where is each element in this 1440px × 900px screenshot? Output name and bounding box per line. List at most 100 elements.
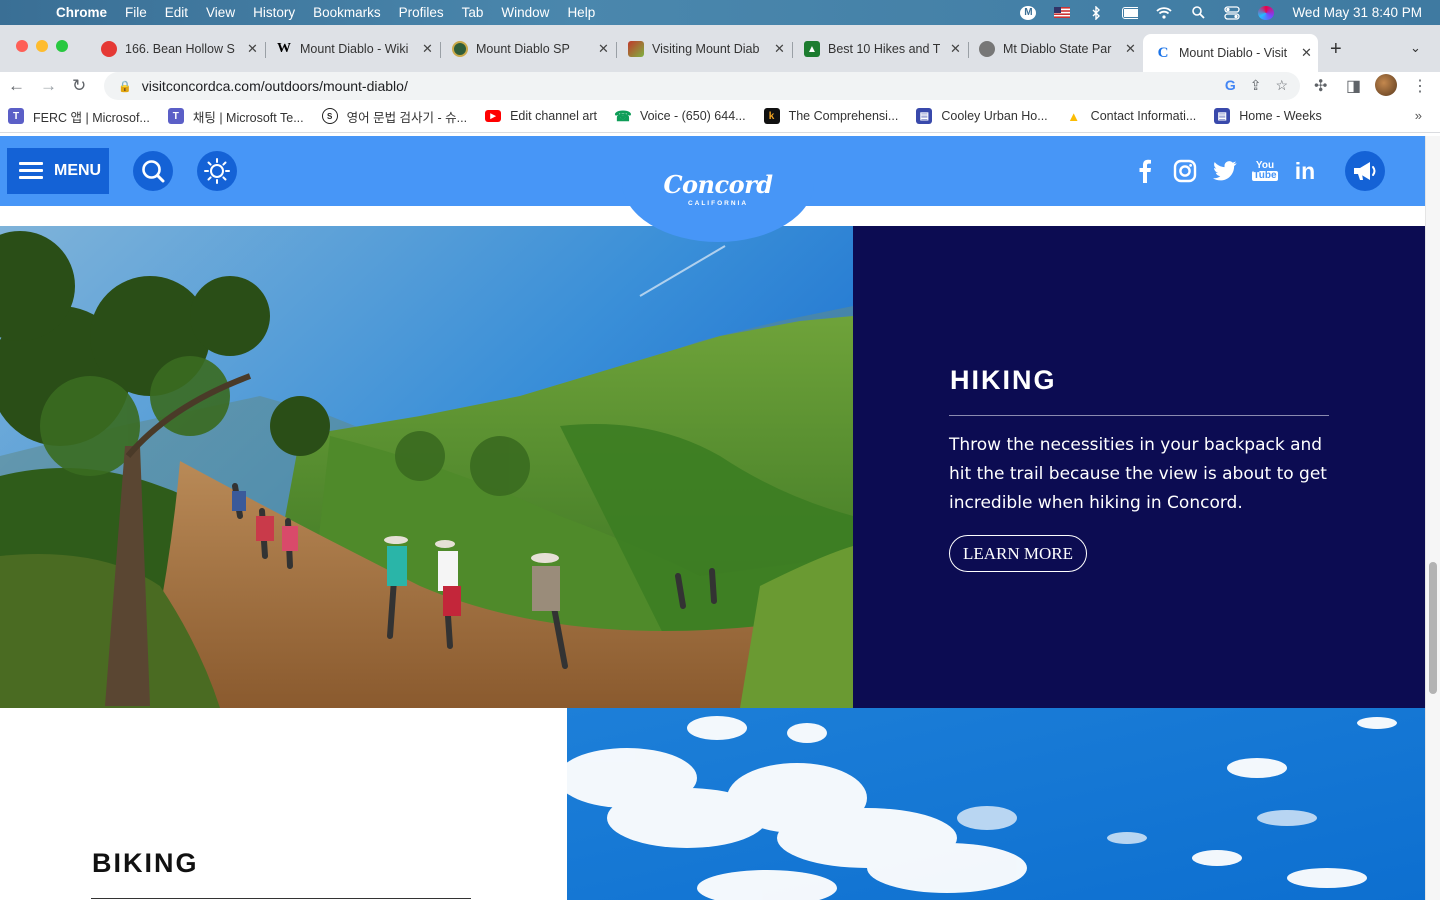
- control-center-icon[interactable]: [1224, 5, 1241, 20]
- menu-view[interactable]: View: [206, 5, 235, 20]
- biking-heading: BIKING: [92, 848, 199, 878]
- bookmark-home-weeks[interactable]: ▤ Home - Weeks: [1214, 108, 1322, 124]
- browser-toolbar: ← → ↻ 🔒 visitconcordca.com/outdoors/moun…: [0, 72, 1440, 100]
- close-tab-icon[interactable]: ✕: [774, 41, 785, 57]
- zoom-window-button[interactable]: [56, 40, 68, 52]
- forward-arrow-icon[interactable]: →: [40, 76, 57, 96]
- tab-title: Mt Diablo State Par: [1003, 42, 1112, 56]
- close-tab-icon[interactable]: ✕: [1125, 41, 1136, 57]
- tab-visiting-mount-diablo[interactable]: Visiting Mount Diab ✕: [628, 34, 785, 64]
- tab-divider: [265, 42, 266, 58]
- linkedin-icon[interactable]: in: [1292, 158, 1318, 184]
- menu-button[interactable]: MENU: [7, 148, 109, 194]
- biking-photo: [567, 708, 1425, 900]
- back-arrow-icon[interactable]: ←: [8, 76, 25, 96]
- tab-title: Mount Diablo - Visit: [1179, 46, 1288, 60]
- bluetooth-icon[interactable]: [1088, 5, 1104, 20]
- tab-title: Best 10 Hikes and T: [828, 42, 940, 56]
- teams-icon: T: [167, 108, 184, 124]
- tab-title: 166. Bean Hollow S: [125, 42, 235, 56]
- tab-mt-diablo-state-park[interactable]: Mt Diablo State Par ✕: [979, 34, 1136, 64]
- bookmark-edit-channel-art[interactable]: ▶ Edit channel art: [485, 109, 597, 123]
- grammar-icon: S: [321, 108, 338, 124]
- reload-icon[interactable]: ↻: [72, 76, 86, 96]
- browser-tab-strip: 166. Bean Hollow S ✕ W Mount Diablo - Wi…: [0, 25, 1440, 72]
- parks-favicon-icon: [452, 41, 468, 57]
- menu-window[interactable]: Window: [501, 5, 549, 20]
- tab-divider: [968, 42, 969, 58]
- site-favicon-icon: [628, 41, 644, 57]
- spotlight-search-icon[interactable]: [1190, 6, 1206, 20]
- bookmark-grammar-checker[interactable]: S 영어 문법 검사기 - 슈...: [321, 107, 467, 126]
- menu-history[interactable]: History: [253, 5, 295, 20]
- logo-subtitle: CALIFORNIA: [687, 200, 749, 207]
- site-template-icon: ▤: [916, 108, 933, 124]
- hamburger-icon: [19, 162, 43, 180]
- scrollbar-thumb[interactable]: [1429, 562, 1437, 694]
- url-text[interactable]: visitconcordca.com/outdoors/mount-diablo…: [142, 78, 408, 94]
- twitter-icon[interactable]: [1212, 158, 1238, 184]
- bookmark-cooley-urban[interactable]: ▤ Cooley Urban Ho...: [916, 108, 1048, 124]
- minimize-window-button[interactable]: [36, 40, 48, 52]
- menu-label: MENU: [54, 162, 102, 179]
- learn-more-button[interactable]: LEARN MORE: [949, 535, 1088, 572]
- menu-profiles[interactable]: Profiles: [399, 5, 444, 20]
- side-panel-icon[interactable]: ◨: [1346, 76, 1361, 96]
- menu-app-name[interactable]: Chrome: [56, 5, 107, 20]
- menu-tab[interactable]: Tab: [462, 5, 484, 20]
- youtube-icon[interactable]: You Tube: [1252, 158, 1278, 184]
- wifi-icon[interactable]: [1156, 6, 1173, 20]
- new-tab-plus-icon[interactable]: +: [1330, 38, 1342, 61]
- share-icon[interactable]: ⇪: [1250, 77, 1262, 94]
- close-window-button[interactable]: [16, 40, 28, 52]
- facebook-icon[interactable]: [1132, 158, 1158, 184]
- search-button[interactable]: [133, 151, 173, 191]
- menu-help[interactable]: Help: [567, 5, 595, 20]
- bookmark-google-voice[interactable]: ☎ Voice - (650) 644...: [614, 108, 745, 124]
- biking-divider: [91, 898, 471, 899]
- menu-edit[interactable]: Edit: [165, 5, 188, 20]
- bookmark-star-icon[interactable]: ☆: [1275, 77, 1288, 94]
- malwarebytes-icon[interactable]: M: [1020, 5, 1037, 20]
- siri-icon[interactable]: [1258, 5, 1275, 20]
- menu-bar-clock[interactable]: Wed May 31 8:40 PM: [1292, 5, 1422, 20]
- menu-bookmarks[interactable]: Bookmarks: [313, 5, 381, 20]
- bookmark-contact-info[interactable]: ▲ Contact Informati...: [1066, 108, 1196, 124]
- wikipedia-favicon-icon: W: [277, 41, 291, 56]
- tab-title: Mount Diablo SP: [476, 42, 570, 56]
- profile-avatar[interactable]: [1375, 74, 1397, 96]
- bookmarks-bar: T FERC 앱 | Microsof... T 채팅 | Microsoft Te…: [0, 100, 1440, 133]
- bookmark-teams-chat[interactable]: T 채팅 | Microsoft Te...: [167, 107, 304, 126]
- bookmark-ferc-teams[interactable]: T FERC 앱 | Microsof...: [8, 107, 150, 126]
- us-flag-icon[interactable]: [1054, 6, 1071, 20]
- battery-icon[interactable]: [1122, 6, 1139, 20]
- bookmark-comprehensive[interactable]: k The Comprehensi...: [763, 108, 898, 124]
- tab-visit-concord-active[interactable]: C Mount Diablo - Visit ✕: [1143, 34, 1318, 72]
- chrome-menu-icon[interactable]: ⋮: [1412, 76, 1428, 96]
- close-tab-icon[interactable]: ✕: [1301, 45, 1312, 61]
- status-icons: M Wed May 31 8:40 PM: [1020, 0, 1422, 25]
- lock-icon[interactable]: 🔒: [118, 80, 132, 93]
- logo-wordmark: Concord: [663, 170, 773, 199]
- tab-search-chevron-icon[interactable]: ⌄: [1410, 40, 1421, 56]
- tab-bean-hollow[interactable]: 166. Bean Hollow S ✕: [101, 34, 258, 64]
- page-scrollbar[interactable]: [1425, 136, 1440, 900]
- address-bar[interactable]: 🔒 visitconcordca.com/outdoors/mount-diab…: [104, 72, 1300, 100]
- tab-best-hikes[interactable]: ▲ Best 10 Hikes and T ✕: [804, 34, 961, 64]
- tab-mount-diablo-sp[interactable]: Mount Diablo SP ✕: [452, 34, 609, 64]
- google-lens-icon[interactable]: G: [1225, 77, 1236, 94]
- close-tab-icon[interactable]: ✕: [598, 41, 609, 57]
- announcements-button[interactable]: [1345, 151, 1385, 191]
- bookmarks-overflow-chevron-icon[interactable]: »: [1415, 108, 1422, 123]
- menu-file[interactable]: File: [125, 5, 147, 20]
- tab-divider: [792, 42, 793, 58]
- close-tab-icon[interactable]: ✕: [422, 41, 433, 57]
- extensions-puzzle-icon[interactable]: ✣: [1314, 76, 1327, 96]
- instagram-icon[interactable]: [1172, 158, 1198, 184]
- sun-icon: [204, 158, 230, 184]
- close-tab-icon[interactable]: ✕: [247, 41, 258, 57]
- theme-toggle-button[interactable]: [197, 151, 237, 191]
- hiking-heading: HIKING: [950, 365, 1057, 395]
- close-tab-icon[interactable]: ✕: [950, 41, 961, 57]
- tab-wikipedia[interactable]: W Mount Diablo - Wiki ✕: [276, 34, 433, 64]
